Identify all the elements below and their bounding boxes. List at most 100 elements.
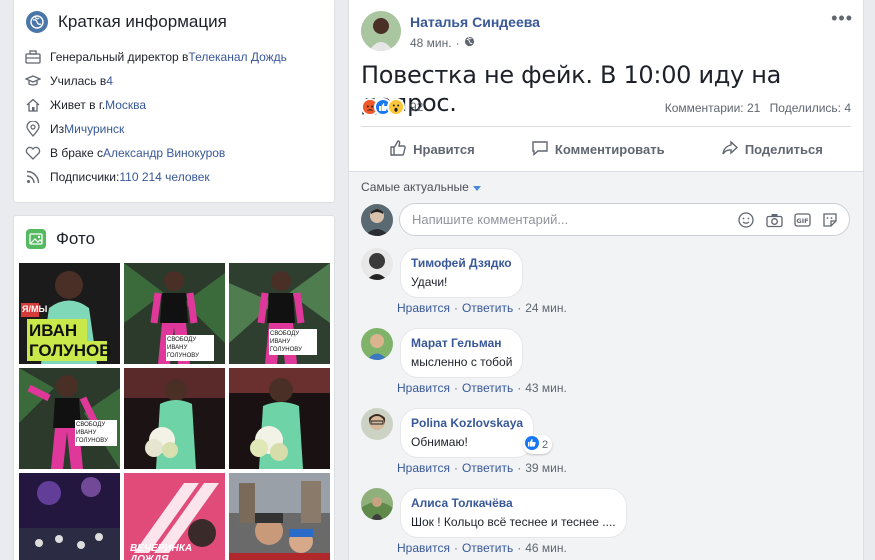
photos-card: Фото Я/МЫ ИВАН ГОЛУНОВ СВОБОДУ ИВАНУ ГОЛ… xyxy=(13,215,335,560)
spouse-link[interactable]: Александр Винокуров xyxy=(103,146,225,160)
comments-count[interactable]: Комментарии: 21 xyxy=(665,101,761,115)
commenter-avatar[interactable] xyxy=(361,488,393,520)
comment-bubble: Тимофей Дзядко Удачи! xyxy=(400,248,523,298)
comment-sort-dropdown[interactable]: Самые актуальные xyxy=(361,180,481,194)
share-button[interactable]: Поделиться xyxy=(721,139,823,160)
like-button[interactable]: Нравится xyxy=(389,139,475,160)
intro-row-text: Живет в г. xyxy=(50,98,106,112)
graduation-cap-icon xyxy=(24,72,42,90)
photo-caption-prefix: Я/МЫ xyxy=(22,304,48,314)
post-header: Наталья Синдеева 48 мин. · xyxy=(361,11,540,51)
comment-like-link[interactable]: Нравится xyxy=(397,461,450,475)
post-actions: Нравится Комментировать Поделиться xyxy=(361,130,851,168)
photo-thumbnail[interactable] xyxy=(229,473,330,560)
caret-down-icon xyxy=(472,180,481,194)
comment-actions: Нравится · Ответить · 46 мин. xyxy=(397,541,567,555)
intro-row-text: Подписчики: xyxy=(50,170,120,184)
post-time[interactable]: 48 мин. xyxy=(410,36,452,50)
photo-thumbnail[interactable] xyxy=(229,368,330,469)
globe-icon[interactable] xyxy=(464,36,475,50)
intro-row-text: Училась в xyxy=(50,74,107,88)
photo-caption: СВОБОДУ ИВАНУ ГОЛУНОВУ xyxy=(166,335,214,361)
commenter-name[interactable]: Тимофей Дзядко xyxy=(411,256,512,270)
photo-thumbnail[interactable]: СВОБОДУ ИВАНУ ГОЛУНОВУ xyxy=(229,263,330,364)
comment-bubble: Алиса Толкачёва Шок ! Кольцо всё теснее … xyxy=(400,488,627,538)
comment-text: Шок ! Кольцо всё теснее и теснее .... xyxy=(411,515,616,529)
photo-thumbnail[interactable] xyxy=(124,368,225,469)
comment-like-link[interactable]: Нравится xyxy=(397,541,450,555)
comment-reply-link[interactable]: Ответить xyxy=(462,461,513,475)
comment: Тимофей Дзядко Удачи! xyxy=(361,248,523,298)
comment-reply-link[interactable]: Ответить xyxy=(462,381,513,395)
comment-time[interactable]: 43 мин. xyxy=(525,381,567,395)
commenter-name[interactable]: Марат Гельман xyxy=(411,336,512,350)
gif-icon[interactable]: GIF xyxy=(793,211,811,229)
photo-thumbnail[interactable]: СВОБОДУ ИВАНУ ГОЛУНОВУ xyxy=(19,368,120,469)
commenter-name[interactable]: Алиса Толкачёва xyxy=(411,496,616,510)
reactions-summary[interactable]: 92 xyxy=(361,98,423,116)
comment-time[interactable]: 39 мин. xyxy=(525,461,567,475)
more-options-button[interactable]: ••• xyxy=(831,9,853,27)
workplace-link[interactable]: Телеканал Дождь xyxy=(188,50,287,64)
comment-like-link[interactable]: Нравится xyxy=(397,381,450,395)
comment-time[interactable]: 24 мин. xyxy=(525,301,567,315)
photo-thumbnail[interactable] xyxy=(19,473,120,560)
hometown-link[interactable]: Мичуринск xyxy=(64,122,124,136)
thumbs-up-icon xyxy=(389,139,407,160)
sticker-icon[interactable] xyxy=(821,211,839,229)
intro-row-followers: Подписчики: 110 214 человек xyxy=(24,165,324,189)
comment-actions: Нравится · Ответить · 24 мин. xyxy=(397,301,567,315)
photo-caption: СВОБОДУ ИВАНУ ГОЛУНОВУ xyxy=(75,420,117,446)
commenter-avatar[interactable] xyxy=(361,408,393,440)
comment-time[interactable]: 46 мин. xyxy=(525,541,567,555)
shares-count[interactable]: Поделились: 4 xyxy=(770,101,851,115)
briefcase-icon xyxy=(24,48,42,66)
school-link[interactable]: 4 xyxy=(106,74,113,88)
photo-thumbnail[interactable]: Я/МЫ ИВАН ГОЛУНОВ xyxy=(19,263,120,364)
photo-caption: ВЕЧЕРИНКА ДОЖДЯ xyxy=(130,543,193,560)
comment-icon xyxy=(531,139,549,160)
photos-title[interactable]: Фото xyxy=(56,229,95,249)
comment-text: мысленно с тобой xyxy=(411,355,513,369)
globe-icon xyxy=(26,11,48,33)
photo-caption: ИВАН ГОЛУНОВ xyxy=(29,321,112,360)
engagement-counts: Комментарии: 21 Поделились: 4 xyxy=(659,101,851,115)
separator-dot: · xyxy=(455,36,460,50)
comment-like-count: 2 xyxy=(542,438,549,451)
comment-composer: Напишите комментарий... GIF xyxy=(361,203,850,236)
comment-reply-link[interactable]: Ответить xyxy=(462,541,513,555)
current-user-avatar xyxy=(361,203,393,236)
comment-bubble: Марат Гельман мысленно с тобой xyxy=(400,328,524,378)
comment-input-placeholder: Напишите комментарий... xyxy=(412,212,569,227)
commenter-avatar[interactable] xyxy=(361,248,393,280)
commenter-avatar[interactable] xyxy=(361,328,393,360)
comment-reply-link[interactable]: Ответить xyxy=(462,301,513,315)
commenter-name[interactable]: Polina Kozlovskaya xyxy=(411,416,523,430)
comment-actions: Нравится · Ответить · 43 мин. xyxy=(397,381,567,395)
intro-card: Краткая информация Генеральный директор … xyxy=(13,0,335,203)
photo-caption: СВОБОДУ ИВАНУ ГОЛУНОВУ xyxy=(269,329,317,355)
wow-reaction-icon xyxy=(387,98,405,116)
author-avatar[interactable] xyxy=(361,11,401,51)
city-link[interactable]: Москва xyxy=(105,98,146,112)
comment-input[interactable]: Напишите комментарий... GIF xyxy=(399,203,850,236)
comments-section: Самые актуальные Напишите комментарий...… xyxy=(349,171,863,560)
author-name[interactable]: Наталья Синдеева xyxy=(410,14,540,30)
share-icon xyxy=(721,139,739,160)
comment-button[interactable]: Комментировать xyxy=(531,139,665,160)
photo-thumbnail[interactable]: ВЕЧЕРИНКА ДОЖДЯ xyxy=(124,473,225,560)
followers-link[interactable]: 110 214 человек xyxy=(119,170,209,184)
intro-row-home: Живет в г. Москва xyxy=(24,93,324,117)
photo-thumbnail[interactable]: СВОБОДУ ИВАНУ ГОЛУНОВУ xyxy=(124,263,225,364)
emoji-icon[interactable] xyxy=(737,211,755,229)
intro-row-work: Генеральный директор в Телеканал Дождь xyxy=(24,45,324,69)
camera-icon[interactable] xyxy=(765,211,783,229)
comment-actions: Нравится · Ответить · 39 мин. xyxy=(397,461,567,475)
comment-text: Обнимаю! xyxy=(411,435,468,449)
intro-header: Краткая информация xyxy=(14,0,334,45)
comment-like-link[interactable]: Нравится xyxy=(397,301,450,315)
share-label: Поделиться xyxy=(744,141,823,157)
reaction-count[interactable]: 92 xyxy=(410,100,423,114)
intro-row-origin: Из Мичуринск xyxy=(24,117,324,141)
comment-like-badge[interactable]: 2 xyxy=(523,435,553,454)
